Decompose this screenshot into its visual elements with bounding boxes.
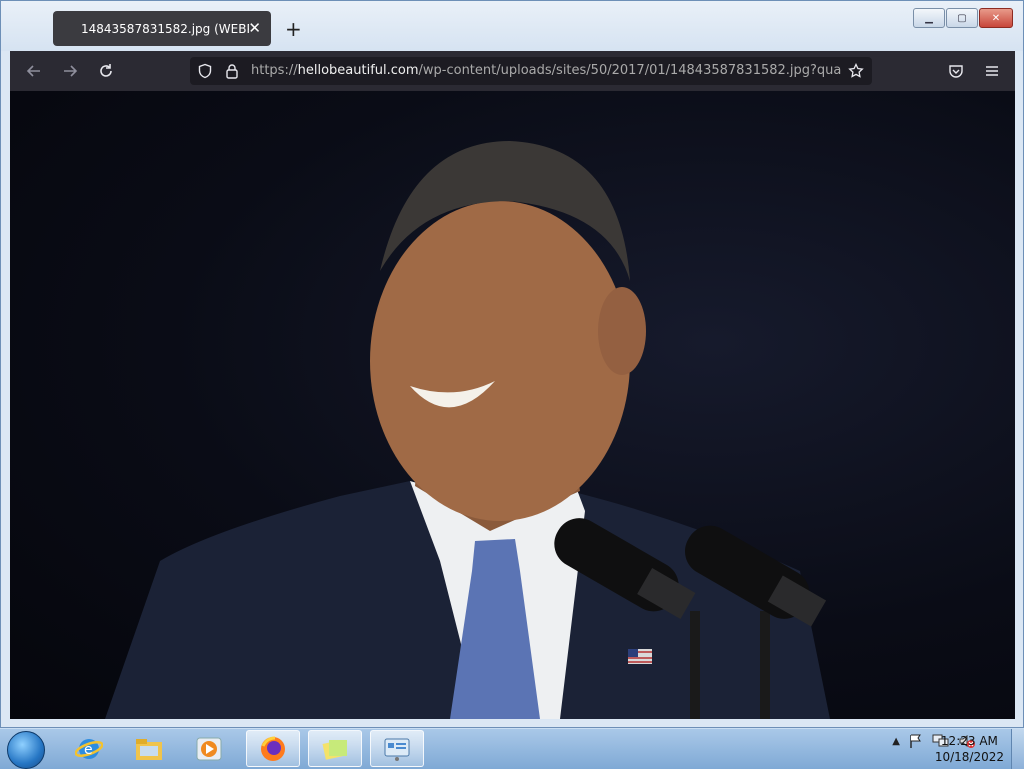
internet-explorer-icon[interactable]: e	[62, 730, 116, 767]
window-controls: ▁ ▢ ✕	[913, 8, 1013, 28]
clock-time: 12:23 AM	[940, 734, 998, 748]
back-arrow-icon[interactable]	[24, 61, 44, 81]
firefox-icon[interactable]	[246, 730, 300, 767]
taskbar: e ▲ 12:23 AM 10/18/2022	[0, 728, 1024, 769]
start-button[interactable]	[7, 731, 45, 769]
url-host: hellobeautiful.com	[297, 63, 419, 78]
svg-text:e: e	[84, 742, 93, 758]
lock-icon[interactable]	[222, 61, 242, 81]
clock-date: 10/18/2022	[934, 750, 1004, 764]
tab-close-icon[interactable]: ✕	[248, 19, 261, 37]
image-viewer	[10, 91, 1015, 719]
close-button[interactable]: ✕	[979, 8, 1013, 28]
show-hidden-icons-icon[interactable]: ▲	[892, 736, 900, 747]
title-bar: 14843587831582.jpg (WEBP Image ✕ + ▁ ▢ ✕	[1, 1, 1023, 51]
show-desktop-button[interactable]	[1011, 729, 1024, 769]
url-bar[interactable]: https://hellobeautiful.com/wp-content/up…	[190, 57, 872, 85]
media-player-icon[interactable]	[182, 730, 236, 767]
star-icon[interactable]	[846, 61, 866, 81]
taskbar-clock[interactable]: 12:23 AM 10/18/2022	[935, 733, 1004, 765]
displayed-photo	[105, 141, 830, 719]
control-panel-icon[interactable]	[370, 730, 424, 767]
tab-title: 14843587831582.jpg (WEBP Image	[81, 21, 249, 36]
forward-arrow-icon[interactable]	[60, 61, 80, 81]
nav-toolbar: https://hellobeautiful.com/wp-content/up…	[10, 51, 1015, 91]
shield-icon[interactable]	[195, 61, 215, 81]
reload-icon[interactable]	[96, 61, 116, 81]
minimize-button[interactable]: ▁	[913, 8, 945, 28]
tab-image[interactable]: 14843587831582.jpg (WEBP Image ✕	[53, 11, 271, 46]
url-text[interactable]: https://hellobeautiful.com/wp-content/up…	[251, 63, 841, 78]
action-center-flag-icon[interactable]	[908, 733, 924, 749]
new-tab-button[interactable]: +	[285, 17, 302, 41]
file-explorer-icon[interactable]	[122, 730, 176, 767]
pocket-icon[interactable]	[946, 61, 966, 81]
sticky-notes-icon[interactable]	[308, 730, 362, 767]
maximize-button[interactable]: ▢	[946, 8, 978, 28]
browser-window: 14843587831582.jpg (WEBP Image ✕ + ▁ ▢ ✕	[0, 0, 1024, 728]
url-path: /wp-content/uploads/sites/50/2017/01/148…	[418, 63, 841, 78]
hamburger-menu-icon[interactable]	[982, 61, 1002, 81]
url-scheme: https://	[251, 63, 298, 78]
